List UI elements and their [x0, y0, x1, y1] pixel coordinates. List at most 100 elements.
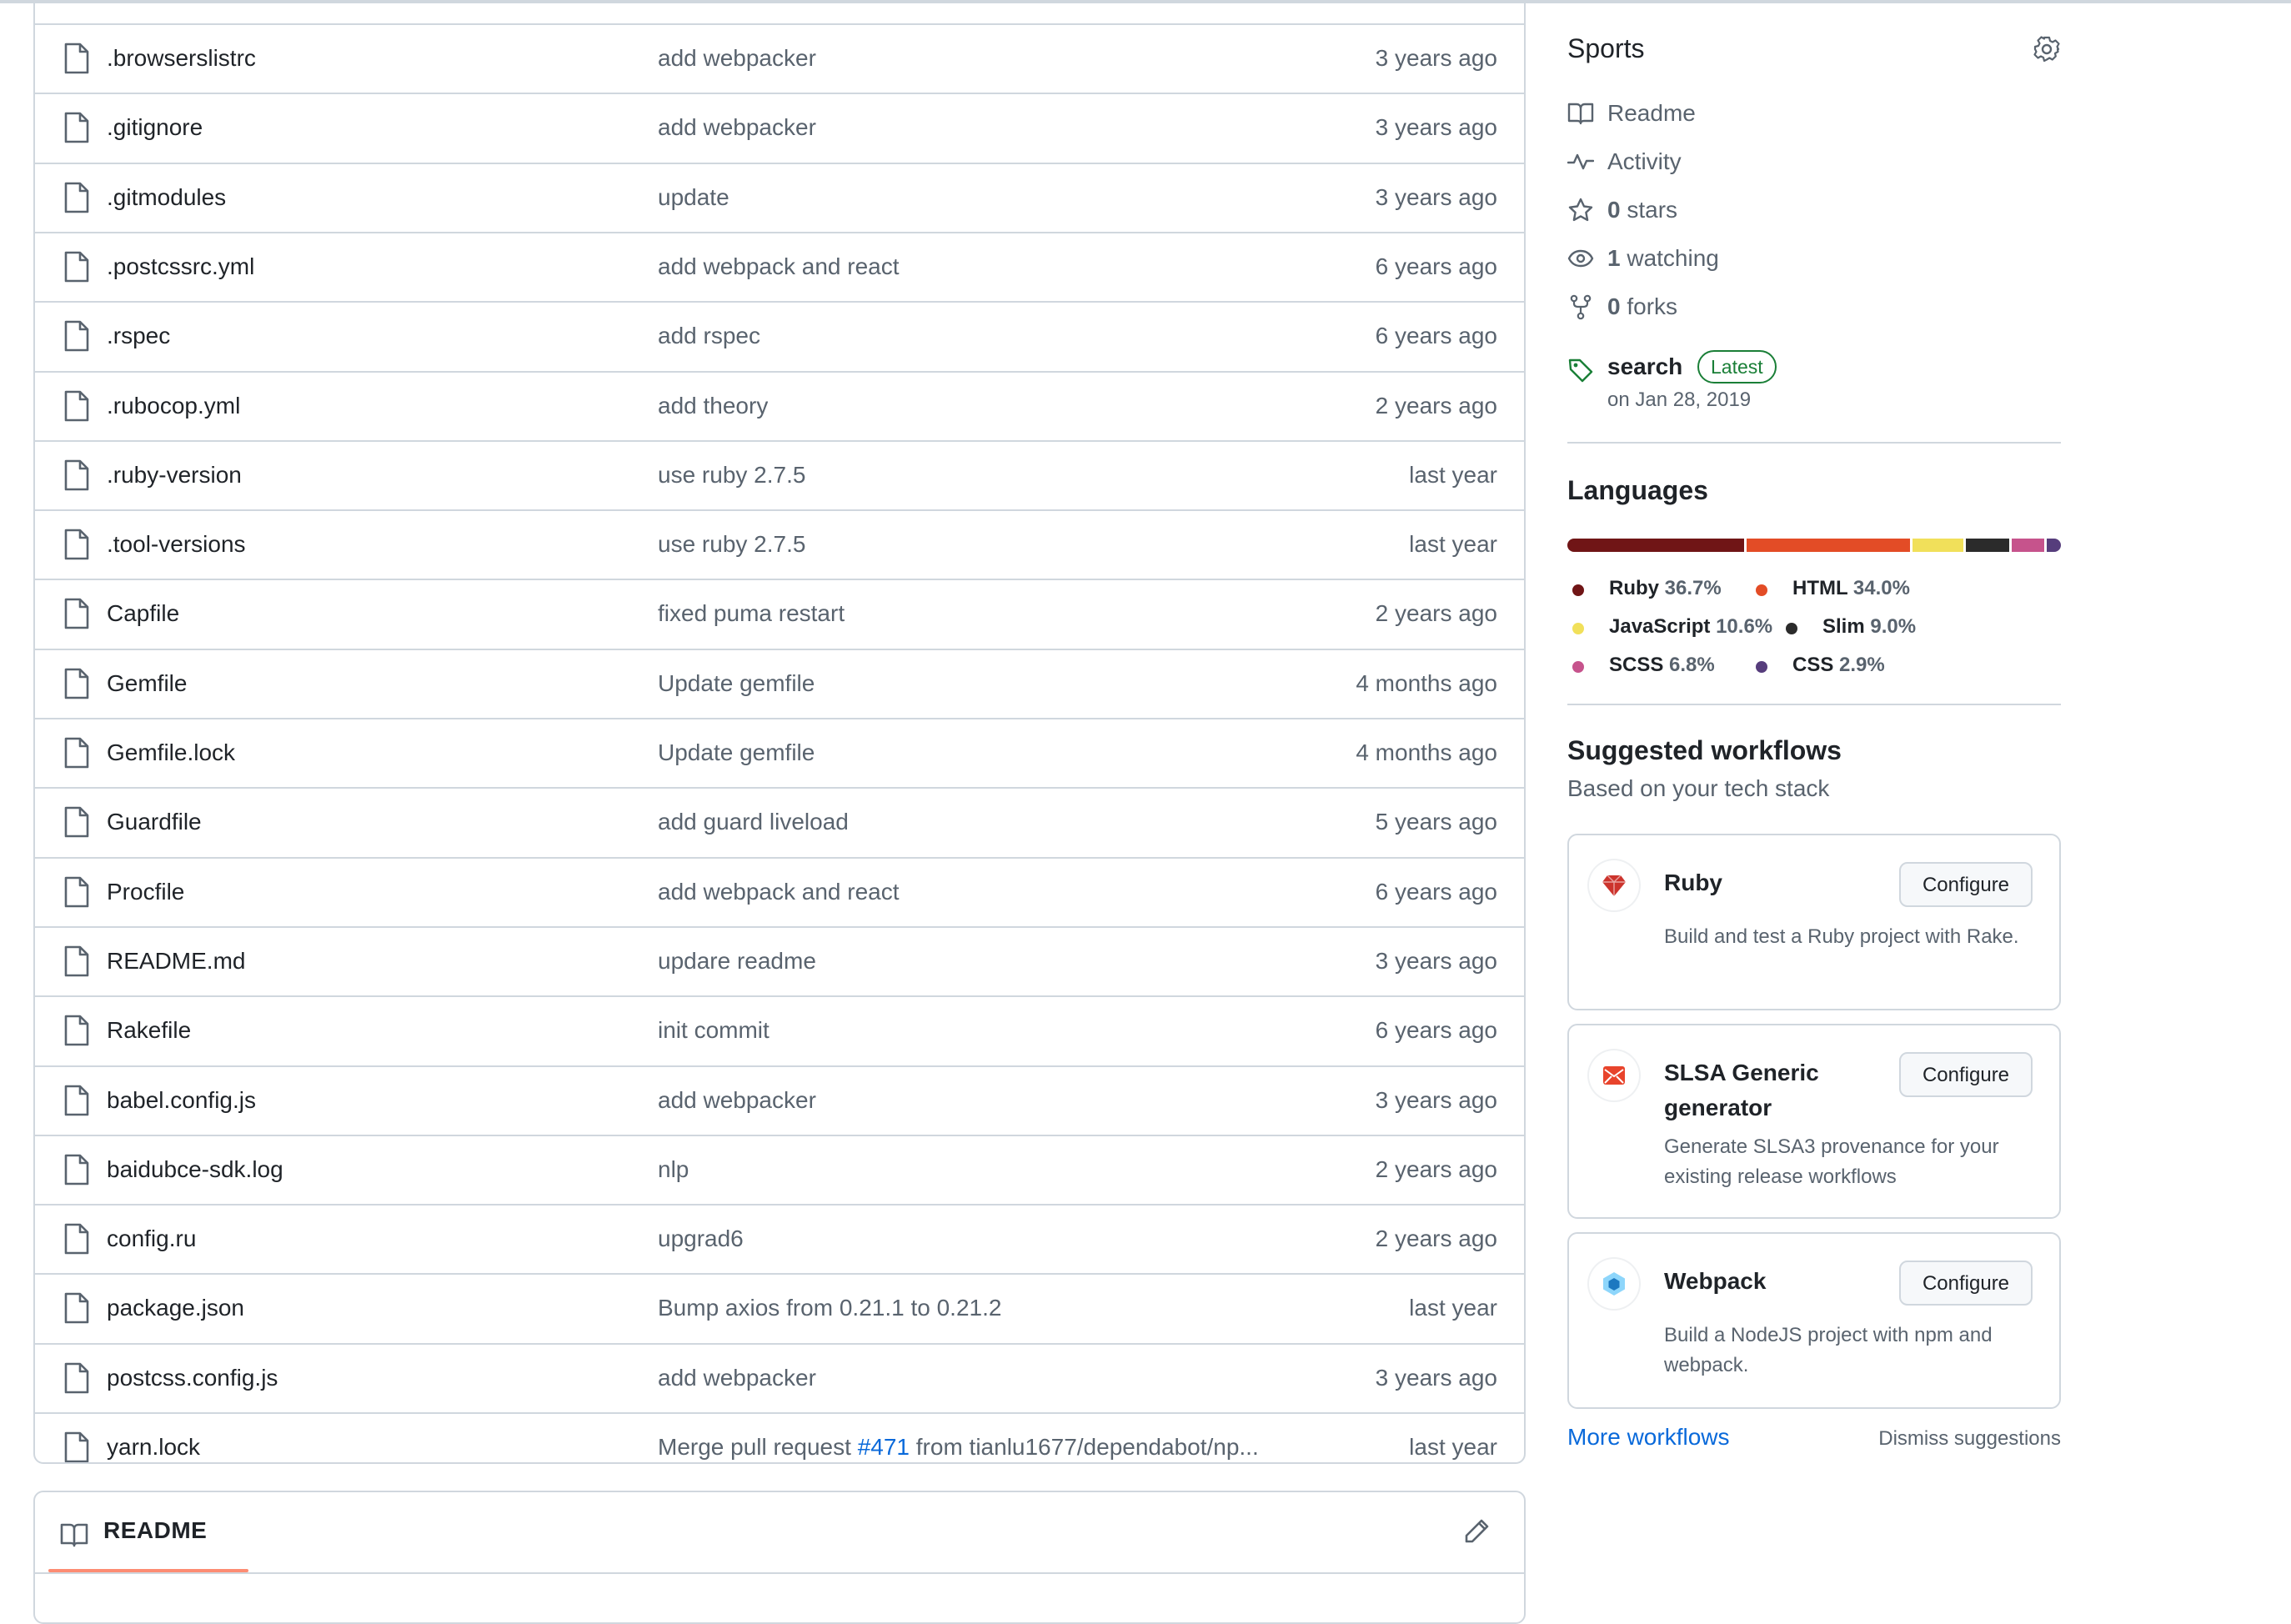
commit-date: 2 years ago	[1375, 1226, 1497, 1252]
file-name-link[interactable]: README.md	[107, 928, 245, 995]
commit-message-link[interactable]: fixed puma restart	[658, 580, 845, 647]
activity-link-label: Activity	[1607, 148, 1682, 174]
workflows-subtitle: Based on your tech stack	[1567, 775, 1830, 801]
commit-date: last year	[1409, 531, 1497, 558]
commit-message-link[interactable]: Update gemfile	[658, 650, 815, 717]
configure-button[interactable]: Configure	[1899, 1261, 2033, 1306]
commit-date: 3 years ago	[1375, 1364, 1497, 1391]
commit-date: 2 years ago	[1375, 392, 1497, 419]
file-name-link[interactable]: Gemfile	[107, 650, 187, 717]
watching-count: 1	[1607, 245, 1621, 271]
release-name[interactable]: search	[1607, 353, 1682, 380]
readme-tab[interactable]: README	[103, 1517, 207, 1544]
file-name-link[interactable]: yarn.lock	[107, 1414, 200, 1462]
table-row: .gitignore add webpacker 3 years ago	[35, 93, 1524, 161]
fork-icon	[1570, 294, 1592, 320]
file-name-link[interactable]: .browserslistrc	[107, 25, 256, 92]
commit-message-link[interactable]: init commit	[658, 997, 770, 1064]
workflow-card-ruby: Ruby Configure Build and test a Ruby pro…	[1567, 834, 2061, 1010]
commit-message-link[interactable]: use ruby 2.7.5	[658, 511, 805, 578]
file-name-link[interactable]: baidubce-sdk.log	[107, 1136, 283, 1203]
tag-icon	[1568, 358, 1593, 383]
pencil-icon[interactable]	[1462, 1517, 1491, 1546]
commit-message-link[interactable]: add webpacker	[658, 94, 816, 161]
commit-message-link[interactable]: add webpacker	[658, 25, 816, 92]
commit-date: 3 years ago	[1375, 183, 1497, 210]
configure-button[interactable]: Configure	[1899, 1052, 2033, 1097]
file-name-link[interactable]: postcss.config.js	[107, 1345, 278, 1411]
workflow-description: Build and test a Ruby project with Rake.	[1664, 925, 2019, 948]
language-color-dot	[1572, 623, 1584, 634]
file-name-link[interactable]: .rspec	[107, 303, 170, 369]
commit-message-link[interactable]: updare readme	[658, 928, 816, 995]
file-name-link[interactable]: Rakefile	[107, 997, 191, 1064]
file-icon	[63, 529, 90, 560]
commit-message-link[interactable]: add guard liveload	[658, 789, 849, 855]
workflow-card-webpack: Webpack Configure Build a NodeJS project…	[1567, 1232, 2061, 1409]
file-name-link[interactable]: .rubocop.yml	[107, 373, 240, 439]
file-table: .browserslistrc add webpacker 3 years ago.…	[33, 0, 1526, 1464]
commit-date: last year	[1409, 461, 1497, 488]
file-name-link[interactable]: package.json	[107, 1275, 244, 1341]
table-row: Guardfile add guard liveload 5 years ago	[35, 787, 1524, 855]
file-name-link[interactable]: Guardfile	[107, 789, 202, 855]
file-name-link[interactable]: config.ru	[107, 1205, 196, 1272]
commit-date: 3 years ago	[1375, 947, 1497, 974]
file-name-link[interactable]: Procfile	[107, 859, 184, 925]
languages-bar	[1567, 539, 2061, 552]
language-color-dot	[1572, 661, 1584, 673]
commit-message-link[interactable]: add theory	[658, 373, 768, 439]
file-name-link[interactable]: Gemfile.lock	[107, 719, 235, 786]
file-icon	[63, 320, 90, 352]
file-name-link[interactable]: .tool-versions	[107, 511, 246, 578]
commit-message-link[interactable]: add webpacker	[658, 1067, 816, 1134]
commit-date: 2 years ago	[1375, 600, 1497, 627]
commit-message-link[interactable]: upgrad6	[658, 1205, 744, 1272]
commit-message-link[interactable]: Update gemfile	[658, 719, 815, 786]
workflow-name: SLSA Generic generator	[1664, 1060, 1819, 1120]
sidebar-divider	[1567, 442, 2061, 444]
commit-message-link[interactable]: add webpack and react	[658, 859, 900, 925]
forks-count: 0	[1607, 293, 1621, 319]
more-workflows-link[interactable]: More workflows	[1567, 1424, 1729, 1451]
readme-link-label: Readme	[1607, 100, 1696, 126]
file-name-link[interactable]: babel.config.js	[107, 1067, 256, 1134]
file-icon	[63, 1015, 90, 1046]
commit-message-link[interactable]: Bump axios from 0.21.1 to 0.21.2	[658, 1275, 1001, 1341]
workflow-description: Build a NodeJS project with npm and webp…	[1664, 1324, 1993, 1376]
ruby-icon	[1589, 860, 1639, 910]
commit-date: 6 years ago	[1375, 323, 1497, 349]
latest-badge: Latest	[1697, 350, 1777, 383]
commit-message-link[interactable]: Merge pull request #471 from tianlu1677/…	[658, 1414, 1259, 1462]
commit-message-link[interactable]: update	[658, 164, 729, 231]
language-bar-segment	[1746, 539, 1910, 552]
file-icon	[63, 1292, 90, 1324]
table-row: .browserslistrc add webpacker 3 years ago	[35, 23, 1524, 92]
file-icon	[63, 459, 90, 491]
dismiss-suggestions-link[interactable]: Dismiss suggestions	[1878, 1427, 2061, 1451]
file-icon	[63, 1085, 90, 1116]
commit-message-link[interactable]: add webpack and react	[658, 233, 900, 300]
commit-message-link[interactable]: nlp	[658, 1136, 689, 1203]
file-icon	[63, 1223, 90, 1255]
commit-message-link[interactable]: use ruby 2.7.5	[658, 442, 805, 509]
table-row: .ruby-version use ruby 2.7.5 last year	[35, 439, 1524, 509]
file-icon	[63, 390, 90, 422]
workflow-description: Generate SLSA3 provenance for your exist…	[1664, 1135, 1999, 1188]
file-name-link[interactable]: Capfile	[107, 580, 179, 647]
table-row: Rakefile init commit 6 years ago	[35, 995, 1524, 1064]
table-row: .gitmodules update 3 years ago	[35, 162, 1524, 231]
commit-message-link[interactable]: add webpacker	[658, 1345, 816, 1411]
file-name-link[interactable]: .postcssrc.yml	[107, 233, 254, 300]
pull-request-link[interactable]: #471	[858, 1434, 910, 1460]
file-name-link[interactable]: .ruby-version	[107, 442, 242, 509]
commit-message-link[interactable]: add rspec	[658, 303, 760, 369]
language-bar-segment	[2047, 539, 2061, 552]
commit-date: 4 months ago	[1356, 739, 1497, 765]
gear-icon[interactable]	[2033, 35, 2061, 63]
configure-button[interactable]: Configure	[1899, 862, 2033, 907]
file-name-link[interactable]: .gitignore	[107, 94, 203, 161]
file-icon	[63, 876, 90, 908]
file-icon	[63, 945, 90, 977]
file-name-link[interactable]: .gitmodules	[107, 164, 226, 231]
